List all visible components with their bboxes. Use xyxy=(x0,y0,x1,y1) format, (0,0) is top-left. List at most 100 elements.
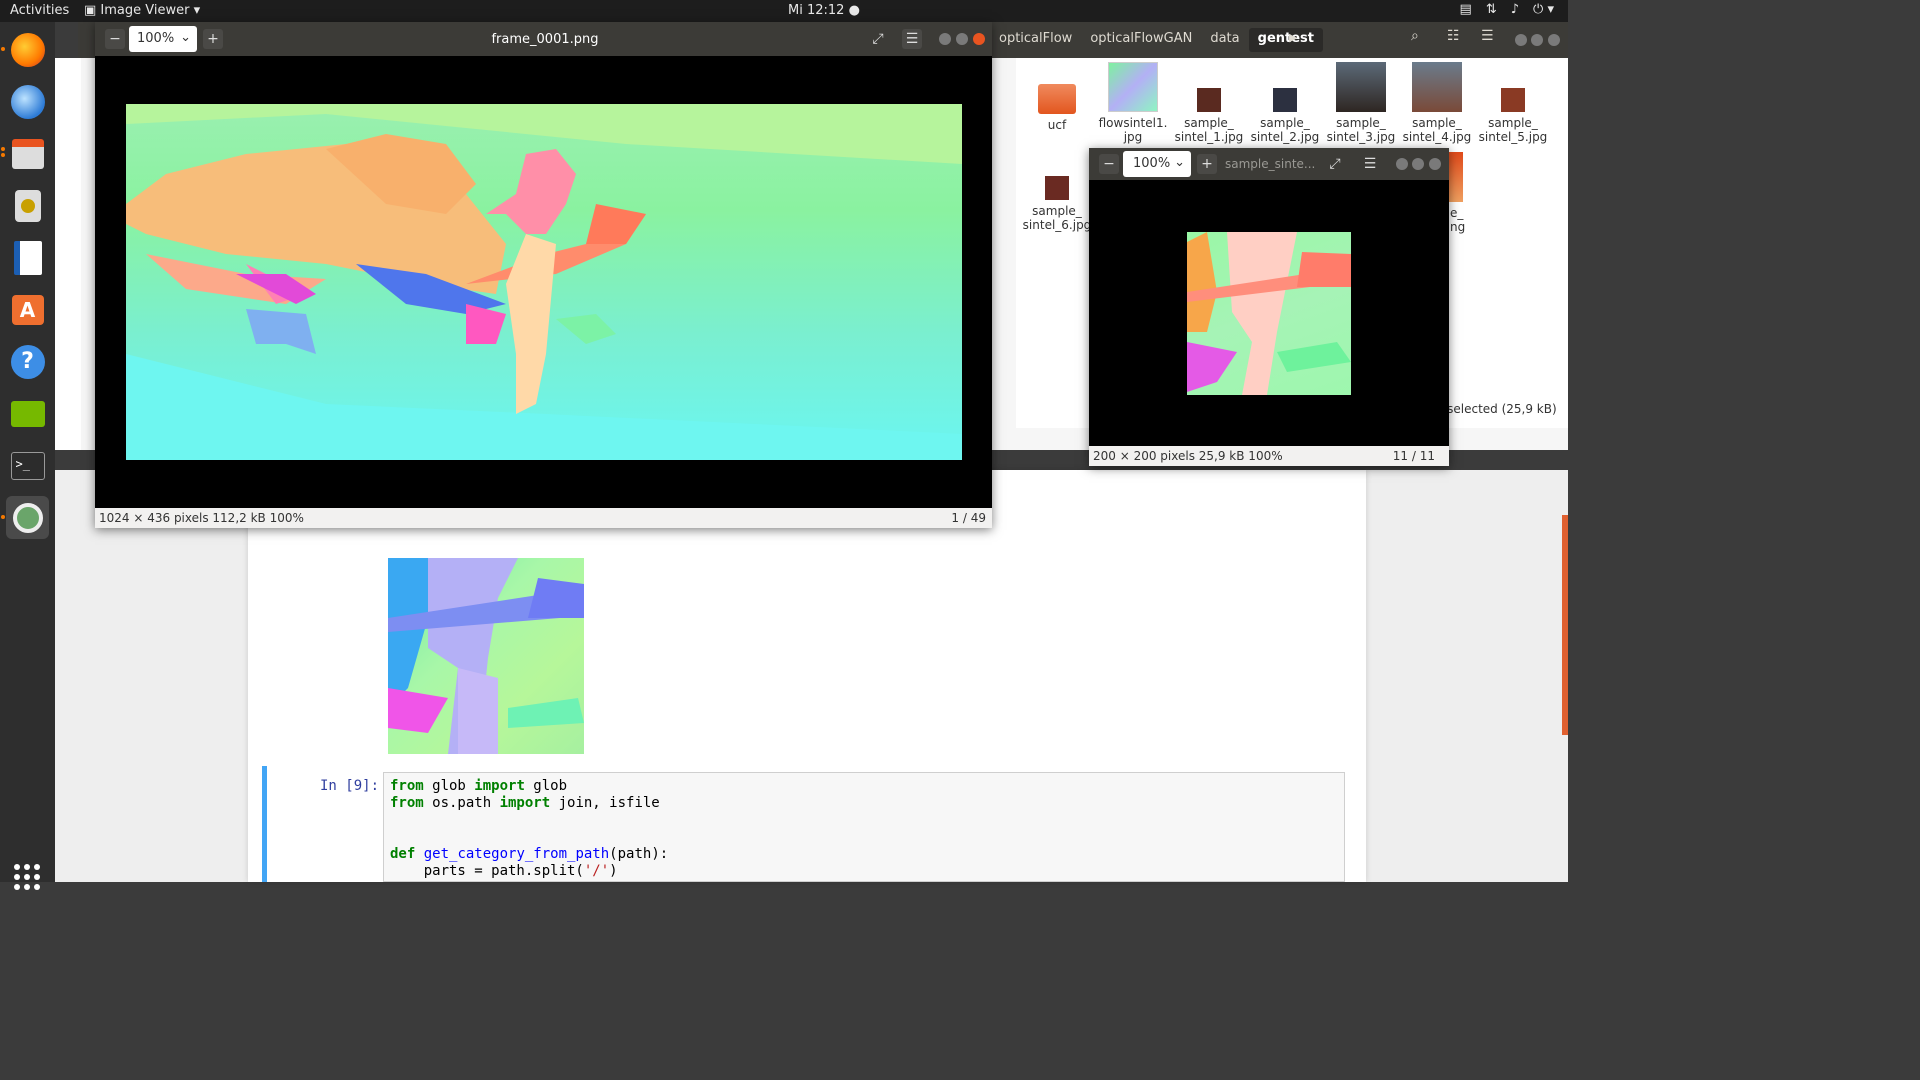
zoom-in-button[interactable]: + xyxy=(203,29,223,49)
close-icon[interactable] xyxy=(1548,34,1560,46)
zoom-value: 100% xyxy=(1133,156,1171,171)
chevron-down-icon: ⌄ xyxy=(180,30,191,45)
clock[interactable]: Mi 12:12 ● xyxy=(788,3,860,18)
code-editor[interactable]: from glob import glob from os.path import… xyxy=(383,772,1345,882)
file-item-partial[interactable]: e_ ng xyxy=(1450,206,1465,234)
rhythmbox-icon[interactable] xyxy=(6,184,49,227)
zoom-out-button[interactable]: − xyxy=(1099,154,1119,174)
flow-image-svg xyxy=(126,104,962,460)
menu-icon[interactable]: ☰ xyxy=(902,29,922,49)
file-label: jpg xyxy=(1123,130,1143,144)
search-icon[interactable]: ⌕ xyxy=(1411,28,1419,44)
breadcrumb-opticalflowgan[interactable]: opticalFlowGAN xyxy=(1081,28,1201,52)
image-thumbnail xyxy=(1197,88,1221,112)
volume-icon[interactable]: ♪ xyxy=(1511,2,1519,17)
file-item-sample-sintel-5[interactable]: sample_ sintel_5.jpg xyxy=(1478,88,1548,144)
clock-label: Mi 12:12 xyxy=(788,3,845,18)
menu-icon[interactable]: ☰ xyxy=(1481,28,1494,44)
file-label: sintel_6.jpg xyxy=(1022,218,1092,232)
zoom-in-button[interactable]: + xyxy=(1197,154,1217,174)
calendar-icon[interactable]: ▤ xyxy=(1460,2,1472,17)
file-item-sample-sintel-1[interactable]: sample_ sintel_1.jpg xyxy=(1174,88,1244,144)
menu-icon[interactable]: ☰ xyxy=(1360,154,1380,174)
image-info: 200 × 200 pixels 25,9 kB 100% xyxy=(1093,449,1283,463)
software-center-icon[interactable]: A xyxy=(6,288,49,331)
image-viewer-statusbar: 1024 × 436 pixels 112,2 kB 100% 1 / 49 xyxy=(95,508,992,528)
minimize-icon[interactable] xyxy=(1515,34,1527,46)
zoom-select[interactable]: 100% ⌄ xyxy=(1123,151,1191,177)
zoom-value: 100% xyxy=(137,31,175,46)
file-label: sample_ xyxy=(1260,116,1310,130)
breadcrumb-data[interactable]: data xyxy=(1201,28,1248,52)
flow-image-small-svg xyxy=(1187,232,1351,395)
code-line: parts = path.split('/') xyxy=(390,863,618,879)
close-icon[interactable] xyxy=(973,33,985,45)
file-item-sample-sintel-3[interactable]: sample_ sintel_3.jpg xyxy=(1326,62,1396,144)
running-indicator xyxy=(1,515,5,519)
network-icon[interactable]: ⇅ xyxy=(1486,2,1497,17)
breadcrumb-gentest[interactable]: gentest xyxy=(1248,28,1324,52)
writer-icon[interactable] xyxy=(6,236,49,279)
file-label: sample_ xyxy=(1412,116,1462,130)
nvidia-icon[interactable] xyxy=(6,392,49,435)
files-icon[interactable] xyxy=(6,132,49,175)
flow-output-image xyxy=(388,558,584,754)
show-applications-icon[interactable] xyxy=(14,864,40,890)
code-line: from os.path import join, isfile xyxy=(390,795,660,811)
cell-prompt: In [9]: xyxy=(320,778,380,794)
maximize-icon[interactable] xyxy=(1412,158,1424,170)
file-label: ucf xyxy=(1047,118,1067,132)
image-info: 1024 × 436 pixels 112,2 kB 100% xyxy=(99,511,304,525)
close-icon[interactable] xyxy=(1429,158,1441,170)
image-thumbnail xyxy=(1273,88,1297,112)
file-label: sample_ xyxy=(1488,116,1538,130)
selection-status: ' selected (25,9 kB) xyxy=(1440,402,1557,416)
file-label: sintel_5.jpg xyxy=(1478,130,1548,144)
file-manager-sidebar xyxy=(55,58,81,450)
maximize-icon[interactable] xyxy=(1531,34,1543,46)
app-menu[interactable]: ▣ Image Viewer ▾ xyxy=(84,3,200,18)
file-item-sample-sintel-6[interactable]: sample_ sintel_6.jpg xyxy=(1022,176,1092,232)
zoom-select[interactable]: 100% ⌄ xyxy=(129,26,197,52)
zoom-out-button[interactable]: − xyxy=(105,29,125,49)
file-item-sample-sintel-4[interactable]: sample_ sintel_4.jpg xyxy=(1402,62,1472,144)
notification-dot-icon: ● xyxy=(848,3,860,18)
image-viewer-icon[interactable] xyxy=(6,496,49,539)
file-item-sample-sintel-2[interactable]: sample_ sintel_2.jpg xyxy=(1250,88,1320,144)
firefox-icon[interactable] xyxy=(6,28,49,71)
image-thumbnail[interactable] xyxy=(1447,152,1463,202)
help-icon[interactable]: ? xyxy=(6,340,49,383)
file-label: sample_ xyxy=(1032,204,1082,218)
image-counter: 11 / 11 xyxy=(1392,449,1435,463)
file-item-ucf[interactable]: ucf xyxy=(1022,80,1092,132)
image-viewer-statusbar-small: 200 × 200 pixels 25,9 kB 100% 11 / 11 xyxy=(1089,446,1449,466)
running-indicator xyxy=(1,153,5,157)
flow-image xyxy=(126,104,962,460)
fullscreen-icon[interactable]: ⤢ xyxy=(868,29,888,49)
code-line: from glob import glob xyxy=(390,778,568,794)
flow-output-svg xyxy=(388,558,584,754)
file-label: sintel_3.jpg xyxy=(1326,130,1396,144)
view-options-icon[interactable]: ☷ xyxy=(1447,28,1460,44)
fullscreen-icon[interactable]: ⤢ xyxy=(1325,154,1345,174)
thunderbird-icon[interactable] xyxy=(6,80,49,123)
minimize-icon[interactable] xyxy=(1396,158,1408,170)
minimize-icon[interactable] xyxy=(939,33,951,45)
window-title: sample_sinte... xyxy=(1225,157,1316,171)
folder-icon xyxy=(1038,84,1076,114)
window-title: frame_0001.png xyxy=(491,32,599,47)
power-icon[interactable]: ⏻ ▾ xyxy=(1533,2,1554,17)
system-tray[interactable]: ▤ ⇅ ♪ ⏻ ▾ xyxy=(1460,2,1554,17)
file-label: sintel_1.jpg xyxy=(1174,130,1244,144)
maximize-icon[interactable] xyxy=(956,33,968,45)
scrollbar-marker[interactable] xyxy=(1562,515,1568,735)
image-thumbnail xyxy=(1108,62,1158,112)
file-item-flowsintel1[interactable]: flowsintel1. jpg xyxy=(1098,62,1168,144)
breadcrumb-next-icon[interactable]: ▶ xyxy=(1289,31,1297,44)
chevron-down-icon: ⌄ xyxy=(1174,155,1185,170)
caret-down-icon: ▾ xyxy=(193,3,201,18)
activities-button[interactable]: Activities xyxy=(10,3,69,18)
terminal-icon[interactable]: >_ xyxy=(6,444,49,487)
top-bar: Activities ▣ Image Viewer ▾ Mi 12:12 ● ▤… xyxy=(0,0,1568,22)
breadcrumb-opticalflow[interactable]: opticalFlow xyxy=(990,28,1081,52)
